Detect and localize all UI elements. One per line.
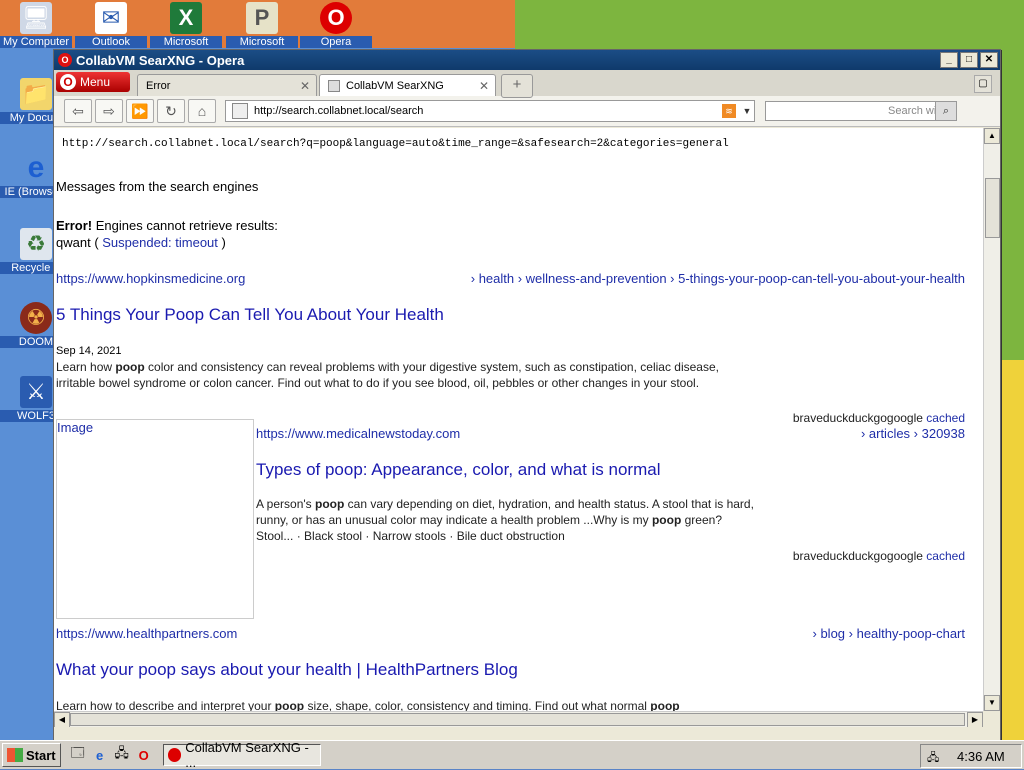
tab-error[interactable]: Error ✕ <box>137 74 317 96</box>
status-bar <box>54 727 1000 740</box>
clock[interactable]: 4:36 AM <box>957 749 1005 764</box>
tab-collabvm-searxng[interactable]: CollabVM SearXNG ✕ <box>319 74 496 96</box>
computer-icon: 🖥 <box>20 2 52 34</box>
doom-icon: ☢ <box>20 302 52 334</box>
result-snippet: A person's poop can vary depending on di… <box>256 497 754 543</box>
navigation-toolbar: ⇦ ⇨ ⏩ ↻ ⌂ http://search.collabnet.local/… <box>54 96 1000 127</box>
scroll-down-icon[interactable]: ▼ <box>984 695 1000 711</box>
scroll-right-icon[interactable]: ▶ <box>967 712 983 728</box>
result-title[interactable]: What your poop says about your health | … <box>56 660 518 680</box>
opera-icon: O <box>58 53 72 67</box>
forward-button[interactable]: ⇨ <box>95 99 123 123</box>
start-label: Start <box>26 747 56 763</box>
network-icon[interactable]: 🖧 <box>113 745 131 764</box>
taskbar: Start 🗔 e 🖧 O CollabVM SearXNG - ... 🖧 4… <box>0 740 1024 770</box>
desktop-icon-outlook[interactable]: ✉ Outlook <box>75 2 147 48</box>
address-text[interactable]: http://search.collabnet.local/search <box>254 105 722 117</box>
rss-icon[interactable]: ≋ <box>722 104 736 118</box>
project-icon: P <box>246 2 278 34</box>
opera-icon <box>167 748 182 762</box>
result-engines: braveduckduckgogoogle cached <box>792 411 965 425</box>
engine-error: Error! Engines cannot retrieve results: … <box>56 218 278 250</box>
result-date: Sep 14, 2021 <box>56 345 122 357</box>
excel-icon: X <box>170 2 202 34</box>
start-button[interactable]: Start <box>2 743 61 767</box>
raw-url-text: http://search.collabnet.local/search?q=p… <box>62 138 729 150</box>
close-button[interactable]: ✕ <box>980 52 998 68</box>
result-snippet: Learn how to describe and interpret your… <box>56 699 680 711</box>
tab-list-button[interactable]: ▢ <box>974 75 992 93</box>
cached-link[interactable]: cached <box>926 411 965 425</box>
address-bar[interactable]: http://search.collabnet.local/search ≋ ▼ <box>225 100 755 122</box>
reload-button[interactable]: ↻ <box>157 99 185 123</box>
show-desktop-icon[interactable]: 🗔 <box>69 745 87 764</box>
wolf3d-icon: ⚔ <box>20 376 52 408</box>
tab-close-icon[interactable]: ✕ <box>479 79 489 93</box>
result-title[interactable]: 5 Things Your Poop Can Tell You About Yo… <box>56 305 444 325</box>
page-content: http://search.collabnet.local/search?q=p… <box>54 128 983 711</box>
folder-icon: 📁 <box>20 78 52 110</box>
fast-forward-button[interactable]: ⏩ <box>126 99 154 123</box>
result-engines: braveduckduckgogoogle cached <box>792 549 965 563</box>
outlook-icon: ✉ <box>95 2 127 34</box>
scroll-left-icon[interactable]: ◀ <box>54 712 70 728</box>
search-field[interactable]: Search with Co ⌕ <box>765 101 957 121</box>
search-icon[interactable]: ⌕ <box>935 102 956 120</box>
page-icon <box>232 103 248 119</box>
tab-close-icon[interactable]: ✕ <box>300 79 310 93</box>
tab-label: Error <box>146 79 171 92</box>
home-button[interactable]: ⌂ <box>188 99 216 123</box>
result-title[interactable]: Types of poop: Appearance, color, and wh… <box>256 460 660 480</box>
search-placeholder: Search with Co <box>888 105 938 117</box>
result-breadcrumb[interactable]: › blog › healthy-poop-chart <box>813 626 965 641</box>
window-titlebar[interactable]: O CollabVM SearXNG - Opera _ □ ✕ <box>54 50 1000 70</box>
recycle-bin-icon: ♻ <box>20 228 52 260</box>
desktop-icon-my-computer[interactable]: 🖥 My Computer <box>0 2 72 48</box>
scroll-up-icon[interactable]: ▲ <box>984 128 1000 144</box>
maximize-button[interactable]: □ <box>960 52 978 68</box>
ie-icon: e <box>27 151 45 184</box>
opera-icon: O <box>320 2 352 34</box>
result-url[interactable]: https://www.medicalnewstoday.com <box>256 426 460 441</box>
network-tray-icon[interactable]: 🖧 <box>927 749 943 764</box>
windows-logo-icon <box>7 748 23 762</box>
result-image[interactable]: Image <box>56 419 254 619</box>
minimize-button[interactable]: _ <box>940 52 958 68</box>
opera-icon[interactable]: O <box>135 746 153 764</box>
cached-link[interactable]: cached <box>926 549 965 563</box>
opera-menu-button[interactable]: O Menu <box>56 72 130 92</box>
vertical-scroll-thumb[interactable] <box>985 178 1000 238</box>
new-tab-button[interactable]: + <box>501 74 533 98</box>
taskbar-task-opera[interactable]: CollabVM SearXNG - ... <box>162 740 321 770</box>
tab-label: CollabVM SearXNG <box>346 79 444 92</box>
system-tray: 🖧 4:36 AM <box>920 744 1022 768</box>
desktop-icon-excel[interactable]: X Microsoft <box>150 2 222 48</box>
ie-icon[interactable]: e <box>91 746 109 764</box>
engine-name: qwant <box>56 235 91 250</box>
error-label: Error! <box>56 218 93 233</box>
horizontal-scrollbar[interactable]: ◀ ▶ <box>54 711 983 728</box>
messages-heading: Messages from the search engines <box>56 179 259 194</box>
result-snippet: Learn how poop color and consistency can… <box>56 360 719 390</box>
quick-launch: 🗔 e 🖧 O <box>69 745 153 764</box>
opera-logo-icon: O <box>60 74 76 90</box>
desktop-icon-project[interactable]: P Microsoft <box>226 2 298 48</box>
result-url[interactable]: https://www.hopkinsmedicine.org <box>56 271 245 286</box>
result-breadcrumb[interactable]: › articles › 320938 <box>861 426 965 441</box>
window-title: CollabVM SearXNG - Opera <box>76 52 245 68</box>
task-label: CollabVM SearXNG - ... <box>185 740 309 770</box>
horizontal-scroll-thumb[interactable] <box>70 713 965 726</box>
desktop-icon-opera[interactable]: O Opera <box>300 2 372 48</box>
back-button[interactable]: ⇦ <box>64 99 92 123</box>
result-breadcrumb[interactable]: › health › wellness-and-prevention › 5-t… <box>471 271 965 286</box>
tab-bar: O Menu Error ✕ CollabVM SearXNG ✕ + ▢ <box>54 70 1000 98</box>
result-url[interactable]: https://www.healthpartners.com <box>56 626 237 641</box>
opera-window: O CollabVM SearXNG - Opera _ □ ✕ O Menu … <box>53 49 1001 741</box>
error-text: Engines cannot retrieve results: <box>92 218 278 233</box>
menu-label: Menu <box>80 75 111 89</box>
vertical-scrollbar[interactable]: ▲ ▼ <box>983 128 1000 711</box>
address-dropdown-icon[interactable]: ▼ <box>740 106 754 116</box>
page-favicon-icon <box>328 79 340 92</box>
engine-status-link[interactable]: Suspended: timeout <box>102 235 218 250</box>
